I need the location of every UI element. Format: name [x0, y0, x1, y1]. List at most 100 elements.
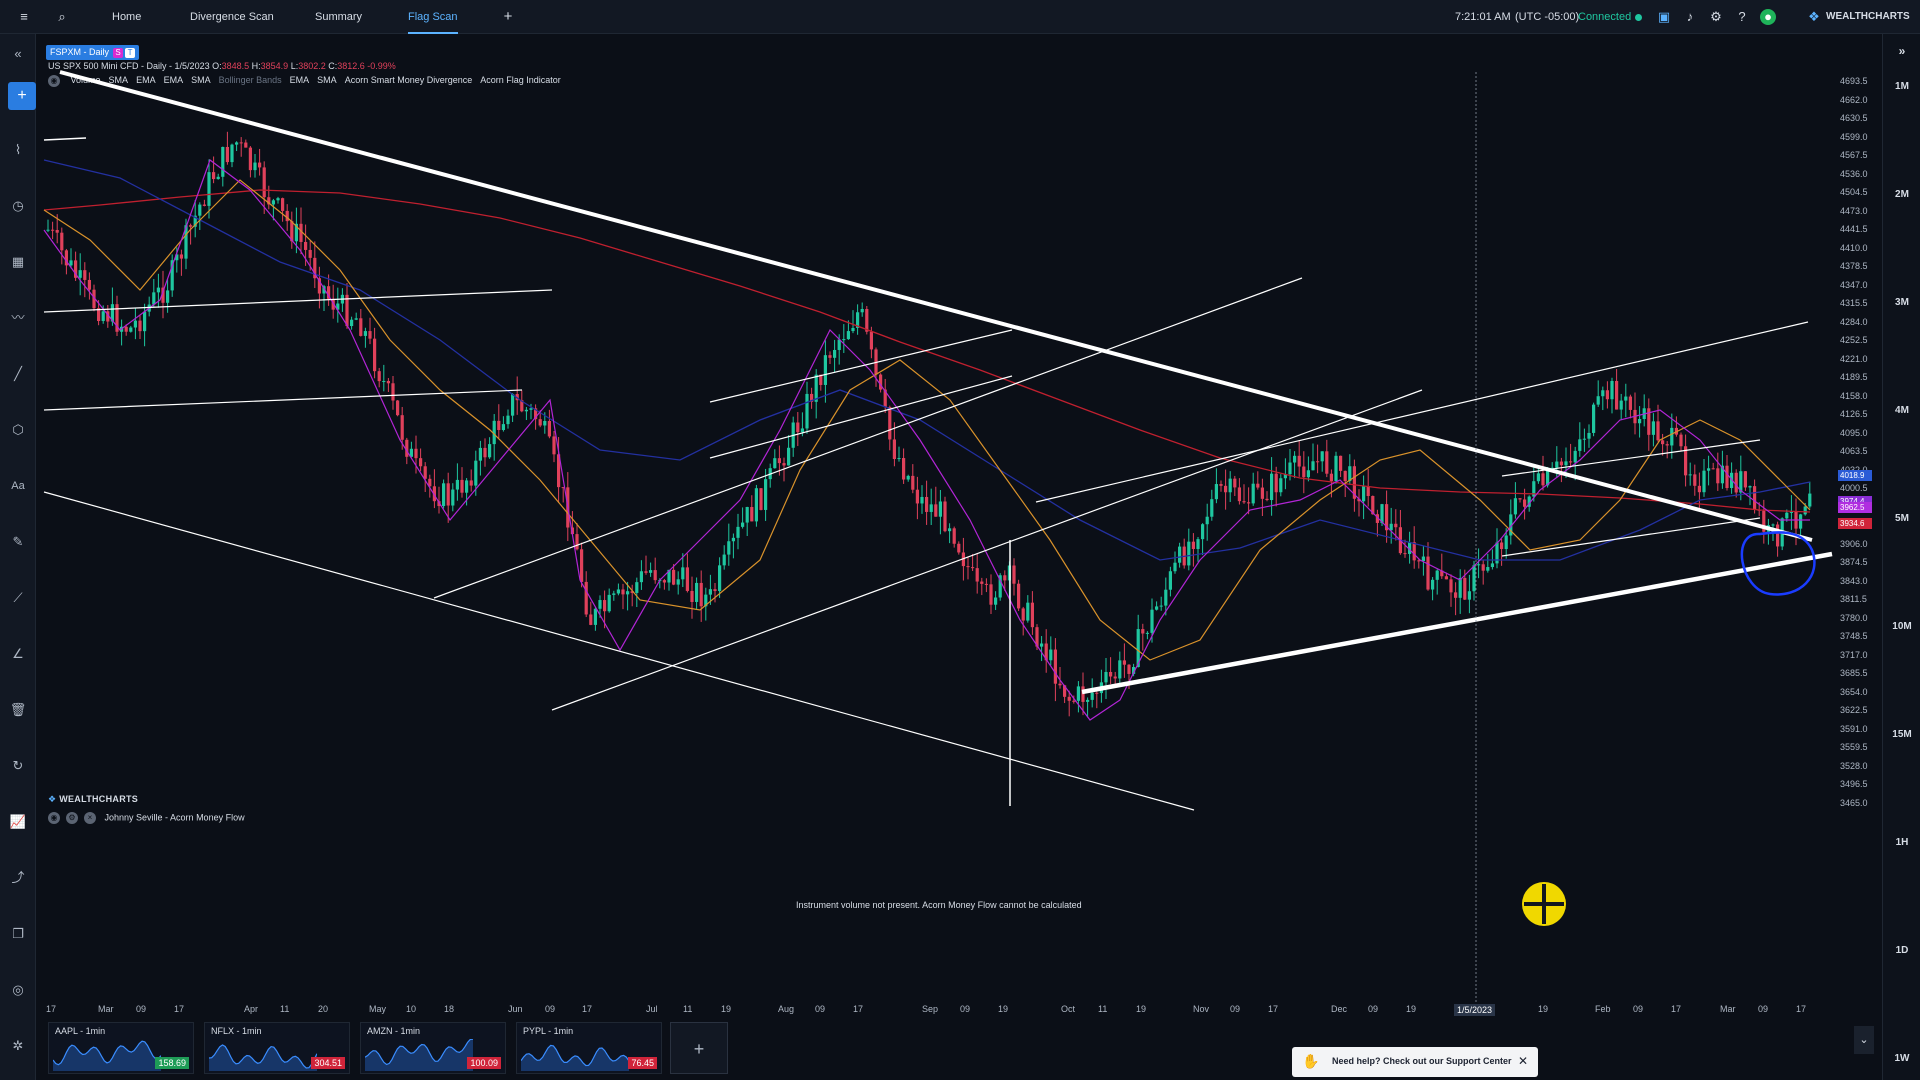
tf-4m[interactable]: 4M [1883, 405, 1920, 416]
tab-home[interactable]: Home [112, 0, 141, 34]
watchlist-price: 158.69 [155, 1057, 189, 1069]
close-icon[interactable]: ✕ [1518, 1054, 1528, 1068]
watchlist-item[interactable]: NFLX - 1min 304.51 [204, 1022, 350, 1074]
eye-icon[interactable]: ◉ [48, 75, 60, 87]
candle-body [552, 436, 556, 455]
candle-body [1408, 542, 1412, 554]
date-axis-label: Mar [1720, 1004, 1736, 1014]
gear-icon[interactable]: ⚙ [1708, 9, 1724, 25]
settings-icon[interactable]: ⚙ [66, 812, 78, 824]
settings-wheel-icon[interactable]: ✲ [8, 1036, 28, 1056]
indicator-label[interactable]: EMA [136, 75, 156, 85]
layers-icon[interactable]: ❐ [8, 924, 28, 944]
candle-body [1053, 649, 1057, 684]
crosshair-tool-icon[interactable]: + [8, 82, 36, 110]
strategy-icon[interactable]: ⤴ [8, 868, 28, 888]
candle-body [520, 400, 524, 412]
candle-body [64, 250, 68, 266]
price-chart[interactable] [0, 0, 1920, 1080]
indicator-label[interactable]: EMA [290, 75, 310, 85]
collapse-right-icon[interactable]: » [1883, 44, 1920, 58]
tab-flag-scan[interactable]: Flag Scan [408, 0, 458, 34]
candle-body [1178, 546, 1182, 563]
candle-body [902, 458, 906, 480]
candle-body [653, 570, 657, 581]
pencil-icon[interactable]: ✎ [8, 532, 28, 552]
candle-body [138, 320, 142, 332]
refresh-icon[interactable]: ↻ [8, 756, 28, 776]
tf-3m[interactable]: 3M [1883, 297, 1920, 308]
trendline-1 [43, 137, 87, 141]
clock-icon[interactable]: ◷ [8, 196, 28, 216]
chart-type-icon[interactable]: ⌇ [8, 140, 28, 160]
close-icon[interactable]: × [84, 812, 96, 824]
save-icon[interactable]: ▣ [1656, 9, 1672, 25]
date-axis-label: 11 [1098, 1004, 1108, 1014]
tf-1m[interactable]: 1M [1883, 81, 1920, 92]
sparkline [53, 1040, 161, 1071]
ruler-icon[interactable]: ⟋ [8, 588, 28, 608]
watchlist-item[interactable]: AAPL - 1min 158.69 [48, 1022, 194, 1074]
help-icon[interactable]: ? [1734, 9, 1750, 25]
candle-body [1113, 676, 1117, 679]
candle-body [1426, 556, 1430, 590]
hamburger-menu-icon[interactable]: ≡ [16, 9, 32, 25]
indicator-label[interactable]: Volume [71, 75, 101, 85]
symbol-tag[interactable]: FSPXM - Daily S T [46, 45, 140, 60]
candle-body [386, 380, 390, 384]
tf-1h[interactable]: 1H [1883, 837, 1920, 848]
expand-panel-icon[interactable]: ⌄ [1854, 1026, 1874, 1054]
candle-body [598, 600, 602, 609]
tf-10m[interactable]: 10M [1883, 621, 1920, 632]
candle-body [294, 223, 298, 242]
shapes-icon[interactable]: ⬡ [8, 420, 28, 440]
bell-icon[interactable]: ♪ [1682, 9, 1698, 25]
date-axis-label: 11 [683, 1004, 693, 1014]
tf-1d[interactable]: 1D [1883, 945, 1920, 956]
tf-15m[interactable]: 15M [1883, 729, 1920, 740]
target-icon[interactable]: ◎ [8, 980, 28, 1000]
avatar[interactable]: ● [1760, 9, 1776, 25]
indicator-label[interactable]: Acorn Smart Money Divergence [345, 75, 473, 85]
indicator-label[interactable]: Bollinger Bands [219, 75, 282, 85]
price-axis-label: 3496.5 [1840, 779, 1868, 789]
candle-body [1076, 686, 1080, 701]
indicator-label[interactable]: SMA [317, 75, 337, 85]
angle-icon[interactable]: ∠ [8, 644, 28, 664]
collapse-left-icon[interactable]: « [8, 44, 28, 64]
price-axis-label: 4095.0 [1840, 427, 1868, 438]
price-axis-label: 3843.0 [1840, 575, 1868, 586]
candle-body [524, 409, 528, 412]
trend-icon[interactable]: 〰 [8, 308, 28, 328]
tab-divergence-scan[interactable]: Divergence Scan [190, 0, 274, 34]
tab-summary[interactable]: Summary [315, 0, 362, 34]
calendar-icon[interactable]: ▦ [8, 252, 28, 272]
add-watchlist-button[interactable]: + [670, 1022, 728, 1074]
candle-body [1210, 499, 1214, 517]
indicator-label[interactable]: SMA [109, 75, 129, 85]
line-tool-icon[interactable]: ╱ [8, 364, 28, 384]
watchlist-item[interactable]: PYPL - 1min 76.45 [516, 1022, 662, 1074]
date-axis-label: 20 [318, 1004, 329, 1014]
tf-1w[interactable]: 1W [1883, 1053, 1920, 1064]
indicator-label[interactable]: SMA [191, 75, 211, 85]
trash-icon[interactable]: 🗑 [8, 700, 28, 720]
search-icon[interactable]: ⌕ [54, 9, 70, 25]
candle-body [639, 571, 643, 583]
text-tool-icon[interactable]: Aa [8, 476, 28, 496]
tf-2m[interactable]: 2M [1883, 189, 1920, 200]
indicator-label[interactable]: Acorn Flag Indicator [480, 75, 561, 85]
candle-body [322, 286, 326, 294]
candle-body [359, 318, 363, 336]
watchlist-item[interactable]: AMZN - 1min 100.09 [360, 1022, 506, 1074]
help-toast[interactable]: ✋ Need help? Check out our Support Cente… [1292, 1047, 1538, 1077]
indicator-icon[interactable]: 📈 [8, 812, 28, 832]
candle-body [1242, 501, 1246, 503]
tf-5m[interactable]: 5M [1883, 513, 1920, 524]
candle-body [179, 254, 183, 259]
price-axis-label: 4441.5 [1840, 224, 1868, 234]
candle-body [1127, 664, 1131, 674]
indicator-label[interactable]: EMA [164, 75, 184, 85]
add-tab-icon[interactable]: + [500, 9, 516, 25]
eye-icon[interactable]: ◉ [48, 812, 60, 824]
